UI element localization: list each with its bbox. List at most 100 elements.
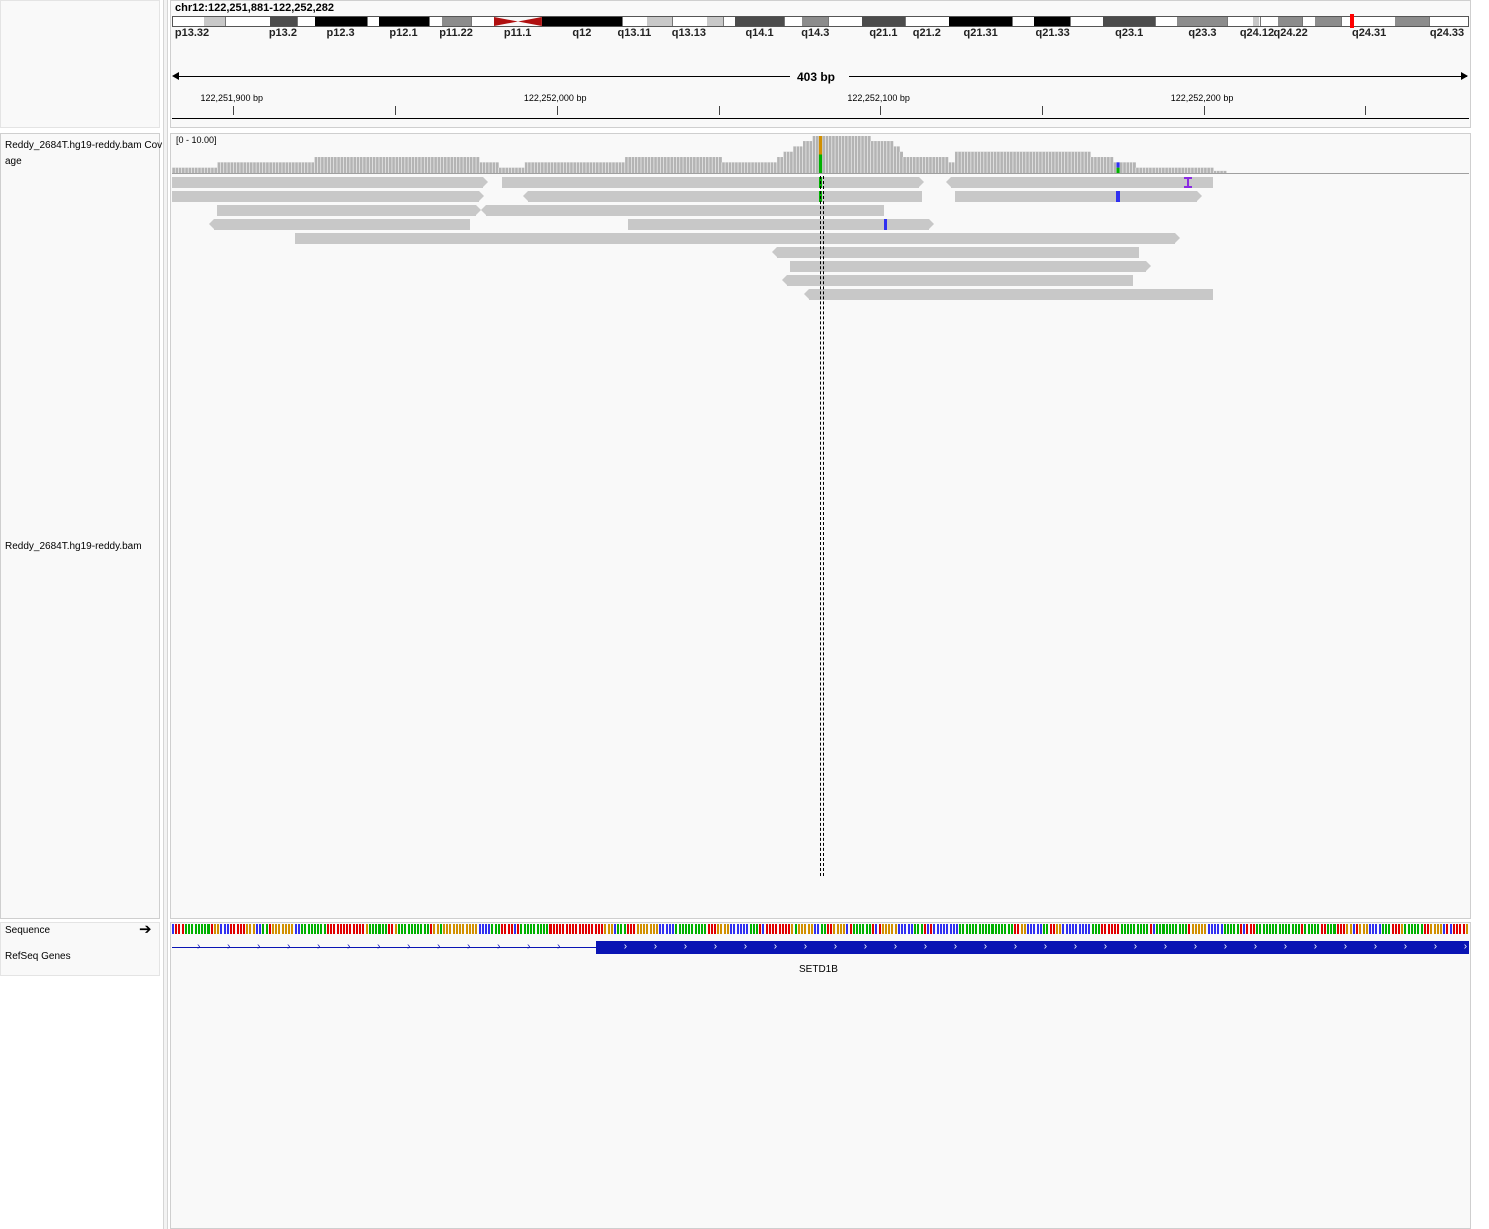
sequence-base [723, 924, 726, 934]
sequence-base [665, 924, 668, 934]
sequence-base [714, 924, 717, 934]
ideogram-band [494, 17, 543, 26]
sequence-base [836, 924, 839, 934]
aligned-read[interactable] [294, 233, 832, 244]
coverage-track-name[interactable]: Reddy_2684T.hg19-reddy.bam Cov [5, 140, 162, 151]
ideogram-band [802, 17, 829, 26]
sequence-base [1130, 924, 1133, 934]
ruler-tick-label: 122,252,100 bp [847, 93, 910, 103]
sequence-base [536, 924, 539, 934]
ruler-major-tick [233, 106, 235, 115]
sequence-base [1398, 924, 1401, 934]
sequence-base [242, 924, 245, 934]
ideogram-band [204, 17, 225, 26]
sequence-base [1343, 924, 1346, 934]
aligned-read[interactable] [789, 261, 1146, 272]
coverage-track[interactable] [172, 134, 1469, 173]
sequence-base [726, 924, 729, 934]
sequence-base [546, 924, 549, 934]
sequence-base [1059, 924, 1062, 934]
ruler[interactable]: 122,251,900 bp 122,252,000 bp 122,252,100 … [172, 90, 1469, 120]
sequence-base [588, 924, 591, 934]
sequence-base [1249, 924, 1252, 934]
refseq-gene-track[interactable]: › › › › › › › › › › › › › › › › › › › › › › › › › › › › › › › › › › › › › › › ›… [172, 940, 1469, 956]
sequence-base [936, 924, 939, 934]
sequence-base [604, 924, 607, 934]
exon-strand-chevron-icon: › [653, 941, 658, 952]
panel-divider[interactable] [163, 0, 168, 1229]
ideogram-band [224, 17, 271, 26]
ideogram-band-label: q24.31 [1352, 27, 1387, 39]
sequence-base [201, 924, 204, 934]
genes-track-name[interactable]: RefSeq Genes [5, 951, 71, 962]
sequence-base [807, 924, 810, 934]
span-label: 403 bp [797, 70, 836, 84]
aligned-read[interactable] [786, 275, 1133, 286]
header-name-panel [0, 0, 160, 128]
sequence-base [1191, 924, 1194, 934]
sequence-base [652, 924, 655, 934]
sequence-base [788, 924, 791, 934]
sequence-base [436, 924, 439, 934]
aligned-read[interactable] [172, 191, 480, 202]
aligned-read[interactable] [214, 219, 470, 230]
sequence-base [875, 924, 878, 934]
sequence-base [391, 924, 394, 934]
aligned-read[interactable] [954, 191, 1198, 202]
sequence-base [1417, 924, 1420, 934]
alignment-track-name[interactable]: Reddy_2684T.hg19-reddy.bam [5, 541, 142, 552]
aligned-read[interactable] [783, 233, 1175, 244]
sequence-base [375, 924, 378, 934]
ideogram-band [367, 17, 379, 26]
read-strand-arrow-right-icon [479, 191, 485, 201]
aligned-read[interactable] [527, 191, 923, 202]
aligned-read[interactable] [217, 205, 477, 216]
sequence-base [643, 924, 646, 934]
coverage-bar [802, 141, 813, 173]
aligned-read[interactable] [809, 289, 1214, 300]
sequence-base [262, 924, 265, 934]
sequence-base [226, 924, 229, 934]
sequence-base [988, 924, 991, 934]
sequence-base [849, 924, 852, 934]
chromosome-ideogram[interactable] [172, 16, 1469, 27]
ideogram-band [1154, 17, 1177, 26]
insertion-marker[interactable] [1183, 177, 1192, 188]
sequence-base [707, 924, 710, 934]
sequence-base [281, 924, 284, 934]
strand-arrow-icon[interactable]: ➔ [139, 922, 152, 937]
sequence-base [272, 924, 275, 934]
gene-exon[interactable] [595, 941, 1469, 954]
sequence-base [1262, 924, 1265, 934]
coverage-bar [721, 162, 777, 173]
sequence-track[interactable] [172, 924, 1469, 934]
intron-strand-chevron-icon: › [317, 941, 321, 952]
sequence-base [943, 924, 946, 934]
sequence-base [1139, 924, 1142, 934]
sequence-base [1294, 924, 1297, 934]
sequence-base [810, 924, 813, 934]
sequence-base [597, 924, 600, 934]
sequence-base [1372, 924, 1375, 934]
sequence-base [594, 924, 597, 934]
aligned-read[interactable] [172, 177, 483, 188]
exon-strand-chevron-icon: › [1103, 941, 1108, 952]
sequence-base [317, 924, 320, 934]
span-line-right [849, 76, 1467, 77]
sequence-base [175, 924, 178, 934]
ideogram-band [622, 17, 647, 26]
sequence-base [1088, 924, 1091, 934]
sequence-base [743, 924, 746, 934]
sequence-base [239, 924, 242, 934]
read-strand-arrow-left-icon [522, 191, 528, 201]
sequence-base [543, 924, 546, 934]
sequence-track-name[interactable]: Sequence [5, 925, 50, 936]
sequence-base [555, 924, 558, 934]
aligned-read[interactable] [776, 247, 1140, 258]
sequence-base [1446, 924, 1449, 934]
sequence-base [791, 924, 794, 934]
sequence-base [417, 924, 420, 934]
read-strand-arrow-right-icon [1197, 191, 1203, 201]
aligned-read[interactable] [951, 177, 1214, 188]
aligned-read[interactable] [501, 177, 920, 188]
